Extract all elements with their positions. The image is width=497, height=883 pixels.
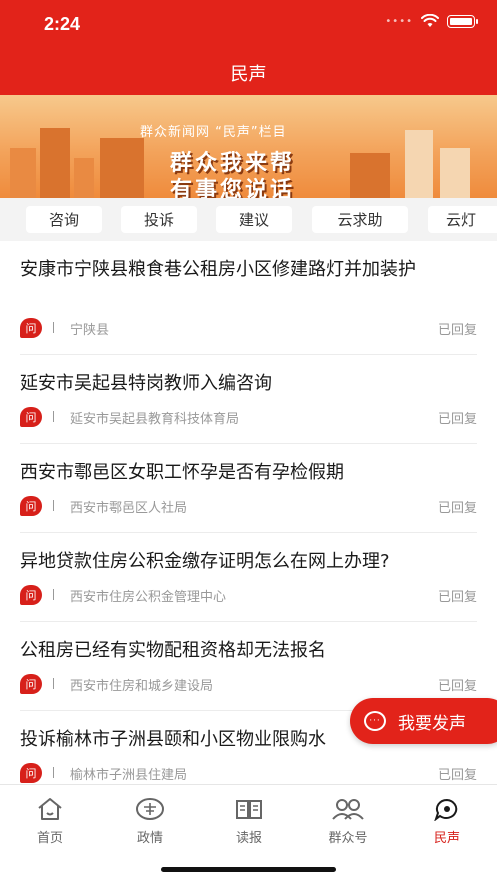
status-label: 已回复 [437, 501, 477, 516]
wifi-icon [421, 14, 439, 27]
voice-icon [434, 798, 458, 821]
nav-label: 首页 [36, 831, 63, 846]
status-indicators: •••• [385, 14, 478, 28]
chat-bubble-icon: ··· [364, 711, 386, 731]
tab-suggestion[interactable]: 建议 [216, 206, 292, 233]
category-tabs: 咨询 投诉 建议 云求助 云灯 [0, 198, 497, 241]
item-meta: 问 西安市住房和城乡建设局 已回复 [20, 674, 477, 696]
speak-up-label: 我要发声 [398, 713, 466, 734]
status-label: 已回复 [437, 590, 477, 605]
status-label: 已回复 [437, 412, 477, 427]
nav-label: 群众号 [328, 831, 368, 846]
divider [20, 354, 477, 355]
battery-icon [447, 14, 478, 28]
divider [20, 532, 477, 533]
nav-label: 政情 [136, 831, 163, 846]
item-title: 公租房已经有实物配租资格却无法报名 [20, 640, 326, 661]
banner-subtitle: 群众新闻网 “民声”栏目 [140, 125, 287, 140]
signal-icon: •••• [385, 15, 413, 27]
item-title: 延安市吴起县特岗教师入编咨询 [20, 373, 272, 394]
question-badge: 问 [20, 763, 42, 783]
nav-item-newspaper[interactable]: 读报 [209, 797, 289, 846]
question-badge: 问 [20, 496, 42, 516]
building-shape [440, 148, 470, 198]
building-shape [10, 148, 36, 198]
nav-label: 读报 [235, 831, 262, 846]
department-label: 西安市住房公积金管理中心 [70, 590, 227, 605]
item-title: 异地贷款住房公积金缴存证明怎么在网上办理? [20, 551, 390, 572]
item-meta: 问 榆林市子洲县住建局 已回复 [20, 763, 477, 785]
department-label: 西安市住房和城乡建设局 [70, 679, 214, 694]
nav-label: 民声 [433, 831, 460, 846]
building-shape [74, 158, 94, 198]
speak-up-button[interactable]: ··· 我要发声 [350, 698, 497, 744]
item-title: 西安市鄠邑区女职工怀孕是否有孕检假期 [20, 462, 344, 483]
page-title: 民声 [230, 64, 267, 85]
item-meta: 问 延安市吴起县教育科技体育局 已回复 [20, 407, 477, 429]
status-label: 已回复 [437, 679, 477, 694]
separator [53, 767, 54, 778]
tab-cloud-help[interactable]: 云求助 [312, 206, 408, 233]
separator [53, 500, 54, 511]
item-title: 安康市宁陕县粮食巷公租房小区修建路灯并加装护 [20, 259, 416, 280]
building-shape [100, 138, 144, 198]
newspaper-icon [236, 800, 262, 819]
department-label: 延安市吴起县教育科技体育局 [70, 412, 240, 427]
government-icon [136, 798, 164, 820]
status-label: 已回复 [437, 768, 477, 783]
question-badge: 问 [20, 585, 42, 605]
separator [53, 678, 54, 689]
department-label: 西安市鄠邑区人社局 [70, 501, 188, 516]
banner-headline: 有事您说话 [170, 178, 296, 198]
question-badge: 问 [20, 674, 42, 694]
tab-consult[interactable]: 咨询 [26, 206, 102, 233]
department-label: 榆林市子洲县住建局 [70, 768, 188, 783]
nav-item-government[interactable]: 政情 [110, 797, 190, 846]
building-shape [40, 128, 70, 198]
item-meta: 问 宁陕县 已回复 [20, 318, 477, 340]
question-badge: 问 [20, 318, 42, 338]
home-indicator [161, 867, 336, 872]
tab-cloud-more[interactable]: 云灯 [428, 206, 497, 233]
separator [53, 589, 54, 600]
tab-complaint[interactable]: 投诉 [121, 206, 197, 233]
nav-item-people[interactable]: 群众号 [308, 797, 388, 846]
building-shape [350, 153, 390, 198]
question-badge: 问 [20, 407, 42, 427]
home-icon [38, 798, 62, 820]
nav-item-voice[interactable]: 民声 [407, 797, 487, 846]
separator [53, 411, 54, 422]
banner[interactable]: 群众新闻网 “民声”栏目 群众我来帮 有事您说话 [0, 95, 497, 198]
status-time: 2:24 [44, 14, 81, 34]
divider [20, 443, 477, 444]
divider [20, 621, 477, 622]
people-icon [332, 799, 364, 820]
separator [53, 322, 54, 333]
building-shape [405, 130, 433, 198]
nav-item-home[interactable]: 首页 [10, 797, 90, 846]
item-meta: 问 西安市鄠邑区人社局 已回复 [20, 496, 477, 518]
status-label: 已回复 [437, 323, 477, 338]
department-label: 宁陕县 [70, 323, 110, 338]
item-meta: 问 西安市住房公积金管理中心 已回复 [20, 585, 477, 607]
app-header: 2:24 •••• 民声 [0, 0, 497, 95]
